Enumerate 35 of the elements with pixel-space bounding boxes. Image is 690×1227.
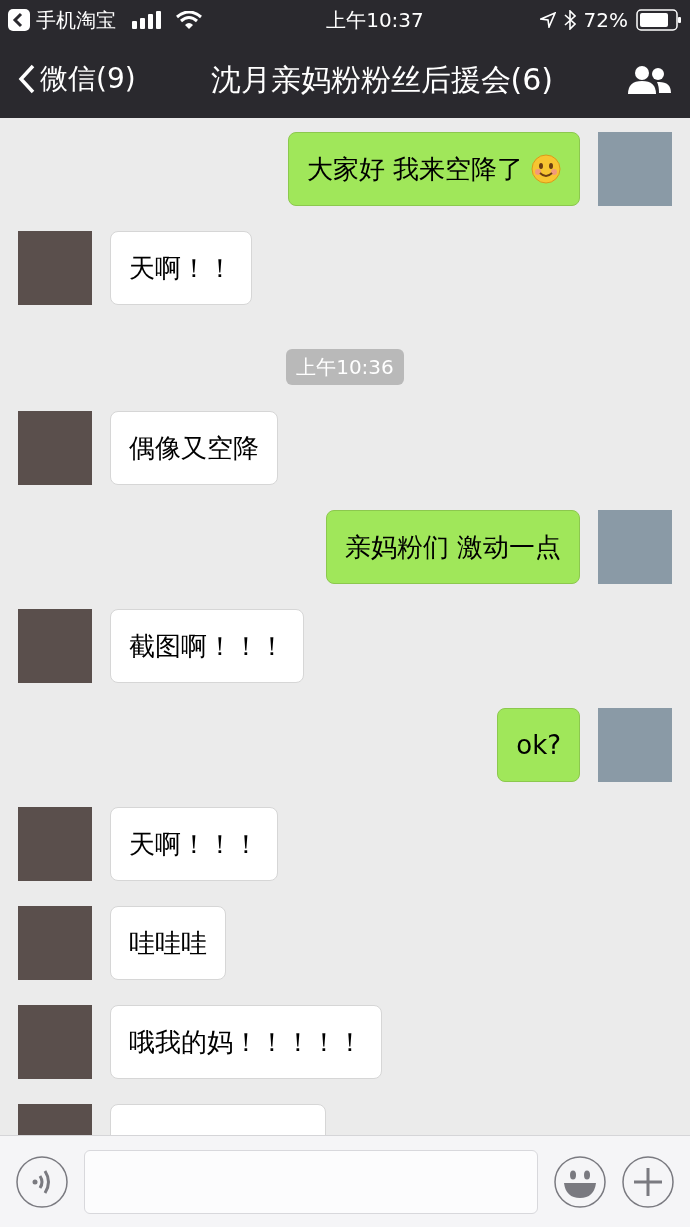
- avatar-photo-placeholder[interactable]: [598, 708, 672, 782]
- battery-percent: 72%: [583, 7, 628, 34]
- back-app-label[interactable]: 手机淘宝: [36, 5, 116, 35]
- battery-icon: [636, 9, 682, 31]
- message-bubble: 亲妈粉们 激动一点: [325, 510, 580, 584]
- voice-icon[interactable]: [16, 1155, 68, 1208]
- avatar-photo-placeholder[interactable]: [18, 906, 92, 980]
- message-bubble: 哇哇哇: [110, 906, 226, 980]
- avatar-photo-placeholder[interactable]: [18, 1005, 92, 1079]
- avatar-photo-placeholder[interactable]: [18, 411, 92, 485]
- signal-icon: [132, 11, 162, 29]
- avatar-photo-placeholder[interactable]: [598, 510, 672, 584]
- avatar-photo-placeholder[interactable]: [18, 807, 92, 881]
- avatar-photo-placeholder[interactable]: [598, 132, 672, 206]
- chevron-left-icon: [18, 64, 36, 94]
- chat-title: 沈月亲妈粉粉丝后援会(6): [210, 60, 554, 99]
- group-members-icon[interactable]: [628, 64, 672, 94]
- message-bubble: 哦我的妈！！！！！: [110, 1005, 382, 1079]
- message-bubble: 天啊！！！: [110, 807, 278, 881]
- timestamp: 上午10:36: [286, 349, 404, 385]
- avatar-photo-placeholder[interactable]: [18, 231, 92, 305]
- location-arrow-icon: [539, 12, 556, 28]
- bluetooth-icon: [563, 10, 576, 30]
- message-bubble: 截图啊！！！: [110, 609, 304, 683]
- back-button[interactable]: 微信(9): [18, 58, 136, 100]
- plus-icon[interactable]: [622, 1155, 674, 1208]
- message-bubble: 天啊！！: [110, 231, 252, 305]
- message-bubble: ok?: [497, 708, 580, 782]
- wifi-icon: [176, 11, 202, 29]
- message-bubble: 大家好 我来空降了: [287, 132, 580, 206]
- smiley-icon[interactable]: [554, 1155, 606, 1208]
- message-input[interactable]: [84, 1149, 538, 1214]
- avatar-photo-placeholder[interactable]: [18, 609, 92, 683]
- status-time: 上午10:37: [326, 7, 424, 34]
- message-bubble: 偶像又空降: [110, 411, 278, 485]
